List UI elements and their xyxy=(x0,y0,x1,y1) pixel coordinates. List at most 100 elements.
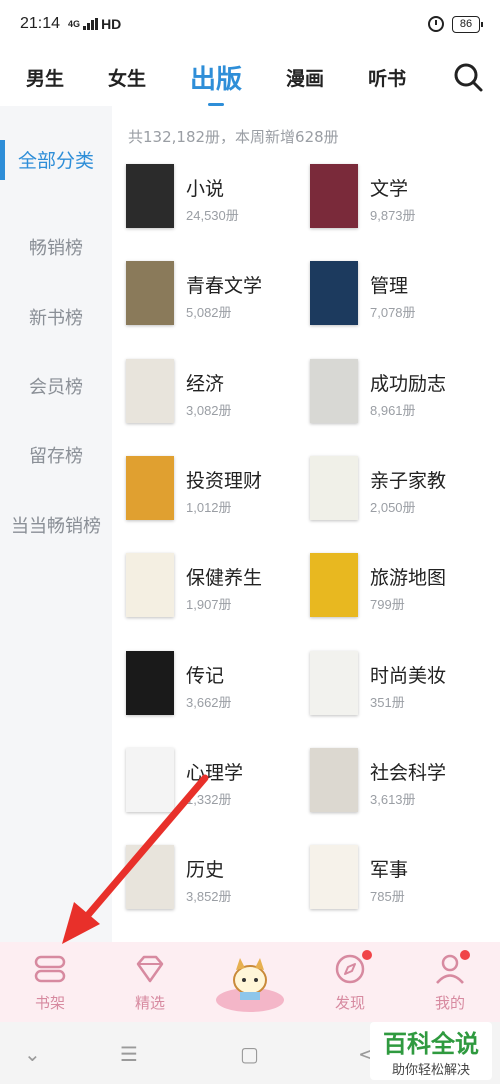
category-text: 军事 785册 xyxy=(370,855,408,905)
category-item[interactable]: 保健养生 1,907册 xyxy=(126,553,310,623)
book-cover-image xyxy=(310,650,358,715)
category-count: 24,530册 xyxy=(186,208,239,223)
book-cover-image xyxy=(310,358,358,423)
category-count: 9,873册 xyxy=(370,208,416,223)
category-count: 799册 xyxy=(370,597,405,613)
category-text: 经济 3,082册 xyxy=(186,369,232,419)
tab-audiobooks[interactable]: 听书 xyxy=(368,64,406,91)
book-cover-image xyxy=(310,455,358,520)
alarm-icon xyxy=(428,16,444,32)
category-count: 1,332册 xyxy=(186,791,232,807)
category-item[interactable]: 经济 3,082册 xyxy=(126,358,310,429)
sidebar-item-all-categories[interactable]: 全部分类 xyxy=(0,146,112,173)
category-item[interactable]: 亲子家教 2,050册 xyxy=(310,455,494,526)
category-count: 1,012册 xyxy=(186,499,232,515)
category-item[interactable]: 社会科学 3,613册 xyxy=(310,747,494,818)
menu-icon[interactable]: ☰ xyxy=(120,1042,138,1066)
sidebar-item-new-books[interactable]: 新书榜 xyxy=(0,304,112,330)
status-time: 21:14 xyxy=(20,15,61,32)
book-cover-image xyxy=(310,747,358,812)
category-name: 文学 xyxy=(370,178,409,200)
category-count: 351册 xyxy=(370,694,405,710)
nav-discover[interactable]: 发现 xyxy=(300,942,400,1022)
sidebar-item-dangdang[interactable]: 当当畅销榜 xyxy=(0,512,112,538)
diamond-icon xyxy=(136,955,164,983)
nav-profile-label: 我的 xyxy=(434,994,465,1012)
category-item[interactable]: 旅游地图 799册 xyxy=(310,553,494,623)
category-item[interactable]: 历史 3,852册 xyxy=(126,845,310,915)
category-name: 传记 xyxy=(186,664,225,687)
category-name: 管理 xyxy=(370,275,409,298)
category-name: 历史 xyxy=(186,859,225,882)
book-cover-image xyxy=(310,261,358,326)
nav-bookshelf[interactable]: 书架 xyxy=(0,942,100,1022)
book-cover-image xyxy=(126,164,174,228)
book-cover-image xyxy=(310,845,358,910)
category-name: 经济 xyxy=(186,372,225,395)
category-name: 旅游地图 xyxy=(370,567,447,590)
category-text: 成功励志 8,961册 xyxy=(370,369,446,419)
category-count: 8,961册 xyxy=(370,402,416,418)
category-item[interactable]: 投资理财 1,012册 xyxy=(126,455,310,526)
book-cover-image xyxy=(126,650,174,715)
category-text: 文学 9,873册 xyxy=(370,174,416,224)
sidebar-item-retention[interactable]: 留存榜 xyxy=(0,442,112,468)
watermark-title: 百科全说 xyxy=(383,1030,479,1058)
category-count: 5,082册 xyxy=(186,305,232,321)
book-cover-image xyxy=(126,261,174,326)
category-count: 2,050册 xyxy=(370,499,416,515)
book-cover-image xyxy=(126,358,174,423)
nav-bookshelf-label: 书架 xyxy=(34,994,65,1012)
category-count: 3,852册 xyxy=(186,889,232,905)
nav-discover-label: 发现 xyxy=(334,994,365,1012)
book-cover-image xyxy=(310,553,358,618)
network-type: 4G xyxy=(68,19,81,29)
category-count: 785册 xyxy=(370,889,405,905)
category-text: 保健养生 1,907册 xyxy=(186,563,262,613)
category-text: 青春文学 5,082册 xyxy=(186,271,262,321)
nav-mascot[interactable] xyxy=(200,942,300,1022)
nav-featured-label: 精选 xyxy=(134,994,165,1012)
category-name: 时尚美妆 xyxy=(370,664,447,687)
tab-publish[interactable]: 出版 xyxy=(190,59,242,106)
category-text: 旅游地图 799册 xyxy=(370,563,446,613)
category-item[interactable]: 时尚美妆 351册 xyxy=(310,650,494,721)
category-item[interactable]: 小说 24,530册 xyxy=(126,164,310,234)
category-text: 心理学 1,332册 xyxy=(186,758,243,808)
book-cover-image xyxy=(126,747,174,812)
sidebar-item-bestsellers[interactable]: 畅销榜 xyxy=(0,234,112,260)
nav-profile[interactable]: 我的 xyxy=(400,942,500,1022)
category-count: 7,078册 xyxy=(370,305,416,321)
book-cover-image xyxy=(126,553,174,618)
category-name: 社会科学 xyxy=(370,761,447,784)
category-text: 社会科学 3,613册 xyxy=(370,758,446,808)
category-name: 投资理财 xyxy=(186,469,263,492)
category-item[interactable]: 传记 3,662册 xyxy=(126,650,310,721)
category-item[interactable]: 青春文学 5,082册 xyxy=(126,261,310,331)
tab-male[interactable]: 男生 xyxy=(26,64,64,91)
category-text: 历史 3,852册 xyxy=(186,855,232,905)
chevron-down-icon[interactable]: ⌄ xyxy=(24,1042,41,1066)
category-item[interactable]: 军事 785册 xyxy=(310,845,494,915)
category-name: 保健养生 xyxy=(186,567,263,590)
category-name: 亲子家教 xyxy=(370,469,447,492)
category-item[interactable]: 管理 7,078册 xyxy=(310,261,494,331)
category-count: 3,662册 xyxy=(186,694,232,710)
category-text: 管理 7,078册 xyxy=(370,271,416,321)
category-item[interactable]: 成功励志 8,961册 xyxy=(310,358,494,429)
category-count: 3,613册 xyxy=(370,791,416,807)
category-item[interactable]: 心理学 1,332册 xyxy=(126,747,310,818)
home-icon[interactable]: ▢ xyxy=(240,1042,259,1066)
top-tabs: 男生 女生 出版 漫画 听书 xyxy=(0,48,500,106)
network-indicator: 4G HD xyxy=(68,16,121,32)
category-item[interactable]: 文学 9,873册 xyxy=(310,164,494,234)
tab-comics[interactable]: 漫画 xyxy=(286,64,324,91)
category-text: 亲子家教 2,050册 xyxy=(370,466,446,516)
sidebar-item-member[interactable]: 会员榜 xyxy=(0,373,112,399)
bookshelf-icon xyxy=(34,955,66,983)
mascot-icon xyxy=(216,958,284,1012)
tab-female[interactable]: 女生 xyxy=(108,64,146,91)
search-icon[interactable] xyxy=(452,61,484,93)
nav-featured[interactable]: 精选 xyxy=(100,942,200,1022)
category-name: 小说 xyxy=(186,178,225,200)
